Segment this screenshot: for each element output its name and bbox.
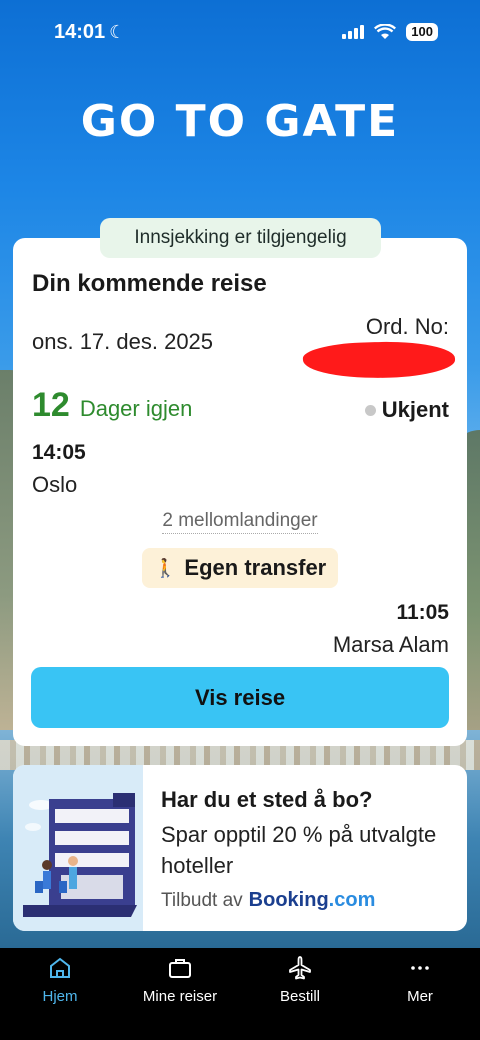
hotel-illustration — [13, 765, 143, 931]
checkin-badge: Innsjekking er tilgjengelig — [100, 218, 381, 258]
status-text: Ukjent — [381, 397, 449, 422]
offer-prefix: Tilbudt av — [161, 890, 243, 911]
hotel-promo-card[interactable]: Har du et sted å bo? Spar opptil 20 % på… — [13, 765, 467, 931]
stops-info[interactable]: 2 mellomlandinger — [162, 510, 318, 534]
signal-icon — [342, 25, 365, 39]
gotogate-logo: GO TO GATE — [80, 96, 400, 147]
nav-item-book[interactable]: Bestill — [240, 954, 360, 1040]
departure-time: 14:05 — [32, 441, 86, 464]
days-remaining: 12 Dager igjen — [32, 386, 192, 425]
home-icon — [47, 954, 73, 982]
bottom-navigation: Hjem Mine reiser Bestill Mer — [0, 948, 480, 1040]
booking-logo: Booking.com — [248, 889, 376, 911]
order-number-redaction — [302, 339, 456, 381]
nav-item-more[interactable]: Mer — [360, 954, 480, 1040]
card-title: Din kommende reise — [32, 270, 267, 297]
suitcase-icon — [167, 954, 193, 982]
transfer-label: Egen transfer — [184, 555, 327, 580]
arrival-time: 11:05 — [396, 601, 449, 624]
arrival-city: Marsa Alam — [332, 632, 449, 657]
days-count: 12 — [32, 386, 70, 424]
wifi-icon — [374, 24, 397, 40]
trip-date: ons. 17. des. 2025 — [32, 329, 214, 354]
airplane-icon — [287, 954, 313, 982]
upcoming-trip-card[interactable]: Din kommende reise ons. 17. des. 2025 Or… — [13, 238, 467, 746]
status-time: 14:01 — [54, 20, 106, 43]
hotel-promo-text: Spar opptil 20 % på utvalgte hoteller — [161, 822, 437, 878]
more-icon — [407, 954, 433, 982]
status-bar: 14:01 ☾ 100 — [0, 0, 480, 64]
trip-status: Ukjent — [364, 397, 449, 423]
nav-label-my-trips: Mine reiser — [142, 988, 218, 1005]
nav-item-home[interactable]: Hjem — [0, 954, 120, 1040]
order-number-label: Ord. No: — [365, 314, 449, 339]
view-trip-button[interactable]: Vis reise — [31, 667, 449, 728]
status-dot-icon — [364, 404, 376, 416]
traveler-luggage-icon: 🚶 — [154, 557, 177, 578]
nav-label-book: Bestill — [279, 988, 320, 1005]
days-label: Dager igjen — [79, 396, 193, 421]
nav-label-more: Mer — [407, 988, 433, 1005]
self-transfer-badge: 🚶 Egen transfer — [142, 548, 339, 588]
nav-item-my-trips[interactable]: Mine reiser — [120, 954, 240, 1040]
battery-icon: 100 — [406, 23, 438, 41]
hotel-offer-line: Tilbudt av Booking.com — [161, 889, 375, 912]
departure-city: Oslo — [32, 472, 78, 497]
nav-label-home: Hjem — [42, 988, 78, 1005]
hotel-promo-title: Har du et sted å bo? — [161, 787, 373, 812]
moon-icon: ☾ — [109, 21, 126, 42]
